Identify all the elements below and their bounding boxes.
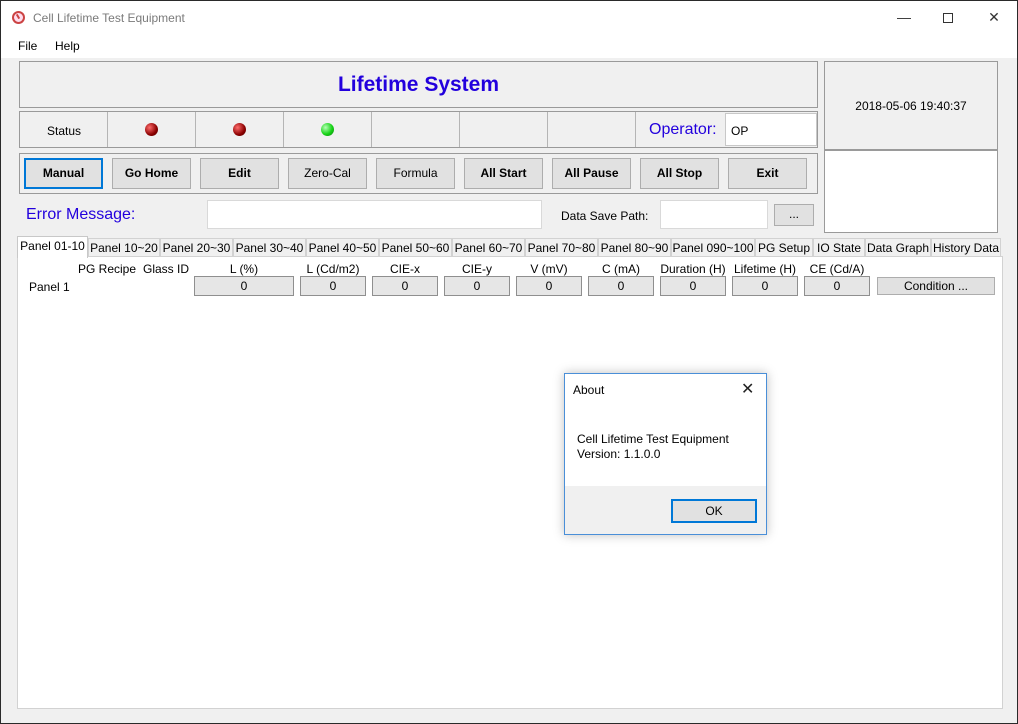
- status-led-cell-1: [108, 112, 196, 147]
- edit-button[interactable]: Edit: [200, 158, 279, 189]
- cell-ciey: 0: [444, 276, 510, 296]
- cell-duration: 0: [660, 276, 726, 296]
- manual-button[interactable]: Manual: [24, 158, 103, 189]
- dialog-close-icon[interactable]: ✕: [741, 379, 754, 399]
- go-home-button[interactable]: Go Home: [112, 158, 191, 189]
- ok-button[interactable]: OK: [671, 499, 757, 523]
- zero-cal-button[interactable]: Zero-Cal: [288, 158, 367, 189]
- cell-lifetime: 0: [732, 276, 798, 296]
- status-row: Status Operator: OP: [19, 111, 818, 148]
- col-ciex: CIE-x: [390, 262, 420, 276]
- dialog-title-bar: About ✕: [565, 374, 766, 404]
- status-label: Status: [46, 124, 82, 138]
- all-stop-button[interactable]: All Stop: [640, 158, 719, 189]
- tab-panel-80-90[interactable]: Panel 80~90: [598, 238, 671, 257]
- status-led-red-icon: [145, 123, 158, 136]
- info-panel: [824, 150, 998, 233]
- col-lifetime: Lifetime (H): [733, 262, 796, 276]
- app-icon: [12, 11, 25, 24]
- dialog-title: About: [573, 383, 605, 397]
- clock-panel: 2018-05-06 19:40:37: [824, 61, 998, 150]
- status-led-cell-3: [284, 112, 372, 147]
- col-ciey: CIE-y: [462, 262, 492, 276]
- datetime-display: 2018-05-06 19:40:37: [855, 99, 967, 113]
- all-start-button[interactable]: All Start: [464, 158, 543, 189]
- col-ce: CE (Cd/A): [809, 262, 865, 276]
- col-pg-recipe: PG Recipe: [78, 262, 137, 276]
- tab-panel-10-20[interactable]: Panel 10~20: [88, 238, 160, 257]
- col-duration: Duration (H): [660, 262, 726, 276]
- menu-bar: File Help: [1, 34, 1017, 58]
- dialog-version: Version: 1.1.0.0: [577, 447, 661, 461]
- col-voltage: V (mV): [530, 262, 568, 276]
- about-dialog: About ✕ Cell Lifetime Test Equipment Ver…: [564, 373, 767, 535]
- tab-strip: Panel 01-10 Panel 10~20 Panel 20~30 Pane…: [17, 236, 1003, 258]
- tab-io-state[interactable]: IO State: [813, 238, 865, 257]
- cell-current: 0: [588, 276, 654, 296]
- col-glass-id: Glass ID: [143, 262, 190, 276]
- row-label-panel-1: Panel 1: [29, 280, 70, 294]
- control-button-row: Manual Go Home Edit Zero-Cal Formula All…: [19, 153, 818, 194]
- cell-ce: 0: [804, 276, 870, 296]
- operator-label: Operator:: [649, 121, 717, 138]
- tab-panel-20-30[interactable]: Panel 20~30: [160, 238, 233, 257]
- operator-field[interactable]: OP: [725, 113, 817, 146]
- close-icon[interactable]: ✕: [971, 1, 1017, 34]
- tab-panel-40-50[interactable]: Panel 40~50: [306, 238, 379, 257]
- cell-l-pct: 0: [194, 276, 294, 296]
- tab-panel-60-70[interactable]: Panel 60~70: [452, 238, 525, 257]
- title-banner: Lifetime System: [19, 61, 818, 108]
- tab-panel-70-80[interactable]: Panel 70~80: [525, 238, 598, 257]
- tab-panel-01-10[interactable]: Panel 01-10: [17, 236, 88, 258]
- menu-help[interactable]: Help: [55, 39, 80, 53]
- tab-panel-30-40[interactable]: Panel 30~40: [233, 238, 306, 257]
- system-title: Lifetime System: [337, 73, 500, 96]
- tab-history-data[interactable]: History Data: [931, 238, 1001, 257]
- status-led-cell-2: [196, 112, 284, 147]
- col-l-cd: L (Cd/m2): [306, 262, 360, 276]
- browse-button[interactable]: ...: [774, 204, 814, 226]
- menu-file[interactable]: File: [18, 39, 37, 53]
- data-save-path-label: Data Save Path:: [561, 209, 649, 223]
- data-save-path-field[interactable]: [660, 200, 768, 229]
- cell-voltage: 0: [516, 276, 582, 296]
- formula-button[interactable]: Formula: [376, 158, 455, 189]
- col-l-pct: L (%): [229, 262, 259, 276]
- status-cell-6: [548, 112, 636, 147]
- status-led-red-icon: [233, 123, 246, 136]
- tab-panel-50-60[interactable]: Panel 50~60: [379, 238, 452, 257]
- title-bar: Cell Lifetime Test Equipment — ✕: [1, 1, 1017, 34]
- maximize-icon[interactable]: [925, 1, 971, 34]
- exit-button[interactable]: Exit: [728, 158, 807, 189]
- col-current: C (mA): [602, 262, 640, 276]
- main-window: Cell Lifetime Test Equipment — ✕ File He…: [0, 0, 1018, 724]
- tab-panel-090-100[interactable]: Panel 090~100: [671, 238, 755, 257]
- window-title: Cell Lifetime Test Equipment: [33, 11, 185, 25]
- minimize-icon[interactable]: —: [881, 1, 927, 34]
- error-message-field[interactable]: [207, 200, 542, 229]
- tab-data-graph[interactable]: Data Graph: [865, 238, 931, 257]
- all-pause-button[interactable]: All Pause: [552, 158, 631, 189]
- cell-ciex: 0: [372, 276, 438, 296]
- status-cell-4: [372, 112, 460, 147]
- status-led-green-icon: [321, 123, 334, 136]
- status-cell-5: [460, 112, 548, 147]
- condition-button[interactable]: Condition ...: [877, 277, 995, 295]
- status-label-cell: Status: [20, 112, 108, 147]
- cell-l-cd: 0: [300, 276, 366, 296]
- error-message-label: Error Message:: [26, 206, 136, 223]
- tab-content-panel: PG Recipe Glass ID L (%) L (Cd/m2) CIE-x…: [17, 256, 1003, 709]
- dialog-app-name: Cell Lifetime Test Equipment: [577, 432, 729, 446]
- tab-pg-setup[interactable]: PG Setup: [755, 238, 813, 257]
- dialog-body: Cell Lifetime Test Equipment Version: 1.…: [565, 404, 766, 486]
